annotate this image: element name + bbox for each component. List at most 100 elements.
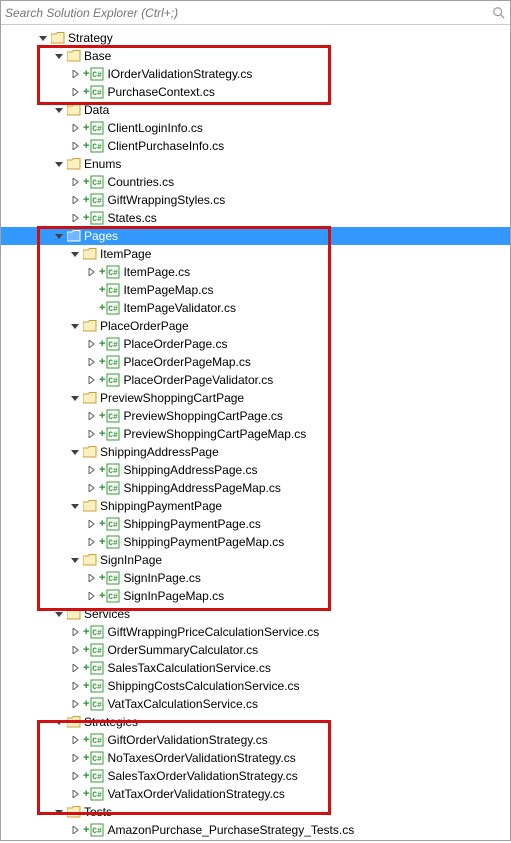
tree-folder[interactable]: Data [1,101,510,119]
tree-file[interactable]: +C#ClientPurchaseInfo.cs [1,137,510,155]
chevron-right-icon[interactable] [69,644,81,656]
tree-file[interactable]: +C#PlaceOrderPageMap.cs [1,353,510,371]
chevron-down-icon[interactable] [37,32,49,44]
chevron-right-icon[interactable] [69,140,81,152]
tree-file[interactable]: +C#SalesTaxCalculationService.cs [1,659,510,677]
chevron-right-icon[interactable] [69,788,81,800]
search-input[interactable] [5,6,492,20]
chevron-right-icon[interactable] [85,536,97,548]
chevron-down-icon[interactable] [69,320,81,332]
tree-file[interactable]: +C#SignInPageMap.cs [1,587,510,605]
chevron-right-icon[interactable] [69,176,81,188]
vcs-added-icon: + [99,356,105,368]
tree-file[interactable]: +C#NoTaxesOrderValidationStrategy.cs [1,749,510,767]
tree-file[interactable]: +C#ItemPageValidator.cs [1,299,510,317]
chevron-down-icon[interactable] [69,392,81,404]
chevron-down-icon[interactable] [69,554,81,566]
tree-file[interactable]: +C#PreviewShoppingCartPage.cs [1,407,510,425]
csharp-file-icon: C# [90,67,104,81]
tree-file[interactable]: +C#PurchaseContext.cs [1,83,510,101]
chevron-right-icon[interactable] [85,410,97,422]
chevron-right-icon[interactable] [69,734,81,746]
chevron-right-icon[interactable] [85,572,97,584]
tree-file[interactable]: +C#GiftWrappingPriceCalculationService.c… [1,623,510,641]
svg-text:C#: C# [109,341,119,350]
tree-folder[interactable]: Services [1,605,510,623]
tree-file[interactable]: +C#Countries.cs [1,173,510,191]
tree-file[interactable]: +C#ShippingPaymentPageMap.cs [1,533,510,551]
tree-file[interactable]: +C#PlaceOrderPageValidator.cs [1,371,510,389]
svg-text:C#: C# [109,575,119,584]
chevron-down-icon[interactable] [53,104,65,116]
tree-folder[interactable]: ItemPage [1,245,510,263]
tree-folder[interactable]: Strategy [1,29,510,47]
chevron-right-icon[interactable] [69,86,81,98]
tree-file[interactable]: +C#ShippingCostsCalculationService.cs [1,677,510,695]
chevron-right-icon[interactable] [69,662,81,674]
tree-folder[interactable]: ShippingPaymentPage [1,497,510,515]
folder-icon [83,446,97,458]
tree-folder[interactable]: Tests [1,803,510,821]
tree-file[interactable]: +C#SalesTaxOrderValidationStrategy.cs [1,767,510,785]
chevron-right-icon[interactable] [85,518,97,530]
tree-item-label: ShippingAddressPageMap.cs [123,481,280,495]
chevron-down-icon[interactable] [53,806,65,818]
chevron-right-icon[interactable] [69,68,81,80]
tree-file[interactable]: +C#GiftWrappingStyles.cs [1,191,510,209]
tree-file[interactable]: +C#IOrderValidationStrategy.cs [1,65,510,83]
chevron-right-icon[interactable] [85,266,97,278]
tree-file[interactable]: +C#PreviewShoppingCartPageMap.cs [1,425,510,443]
tree-folder[interactable]: Base [1,47,510,65]
tree-file[interactable]: +C#ShippingPaymentPage.cs [1,515,510,533]
chevron-right-icon[interactable] [85,590,97,602]
chevron-down-icon[interactable] [69,446,81,458]
tree-folder[interactable]: Strategies [1,713,510,731]
chevron-right-icon[interactable] [85,374,97,386]
chevron-down-icon[interactable] [69,248,81,260]
tree-item-label: SignInPageMap.cs [123,589,224,603]
chevron-right-icon[interactable] [69,194,81,206]
tree-folder[interactable]: ShippingAddressPage [1,443,510,461]
tree-folder[interactable]: Enums [1,155,510,173]
chevron-right-icon[interactable] [69,770,81,782]
chevron-right-icon[interactable] [69,680,81,692]
tree-file[interactable]: +C#ShippingAddressPage.cs [1,461,510,479]
chevron-down-icon[interactable] [69,500,81,512]
chevron-right-icon[interactable] [69,626,81,638]
chevron-down-icon[interactable] [53,50,65,62]
chevron-down-icon[interactable] [53,158,65,170]
tree-file[interactable]: +C#OrderSummaryCalculator.cs [1,641,510,659]
chevron-right-icon[interactable] [85,482,97,494]
tree-file[interactable]: +C#PlaceOrderPage.cs [1,335,510,353]
chevron-right-icon[interactable] [69,122,81,134]
chevron-right-icon[interactable] [69,752,81,764]
solution-tree: StrategyBase+C#IOrderValidationStrategy.… [1,25,510,843]
chevron-down-icon[interactable] [53,608,65,620]
tree-folder[interactable]: Pages [1,227,510,245]
tree-folder[interactable]: SignInPage [1,551,510,569]
chevron-right-icon[interactable] [69,698,81,710]
tree-folder[interactable]: PreviewShoppingCartPage [1,389,510,407]
tree-file[interactable]: +C#VatTaxOrderValidationStrategy.cs [1,785,510,803]
chevron-right-icon[interactable] [69,212,81,224]
search-icon[interactable] [492,6,506,20]
svg-text:C#: C# [109,593,119,602]
tree-file[interactable]: +C#ClientLoginInfo.cs [1,119,510,137]
tree-folder[interactable]: PlaceOrderPage [1,317,510,335]
chevron-right-icon[interactable] [85,338,97,350]
chevron-right-icon[interactable] [85,428,97,440]
tree-file[interactable]: +C#VatTaxCalculationService.cs [1,695,510,713]
tree-file[interactable]: +C#ShippingAddressPageMap.cs [1,479,510,497]
tree-file[interactable]: +C#ItemPageMap.cs [1,281,510,299]
chevron-right-icon[interactable] [69,824,81,836]
chevron-right-icon[interactable] [85,356,97,368]
tree-file[interactable]: +C#SignInPage.cs [1,569,510,587]
tree-item-label: ItemPageValidator.cs [123,301,236,315]
tree-file[interactable]: +C#ItemPage.cs [1,263,510,281]
tree-file[interactable]: +C#AmazonPurchase_PurchaseStrategy_Tests… [1,821,510,839]
tree-file[interactable]: +C#GiftOrderValidationStrategy.cs [1,731,510,749]
chevron-right-icon[interactable] [85,464,97,476]
chevron-down-icon[interactable] [53,230,65,242]
tree-file[interactable]: +C#States.cs [1,209,510,227]
chevron-down-icon[interactable] [53,716,65,728]
